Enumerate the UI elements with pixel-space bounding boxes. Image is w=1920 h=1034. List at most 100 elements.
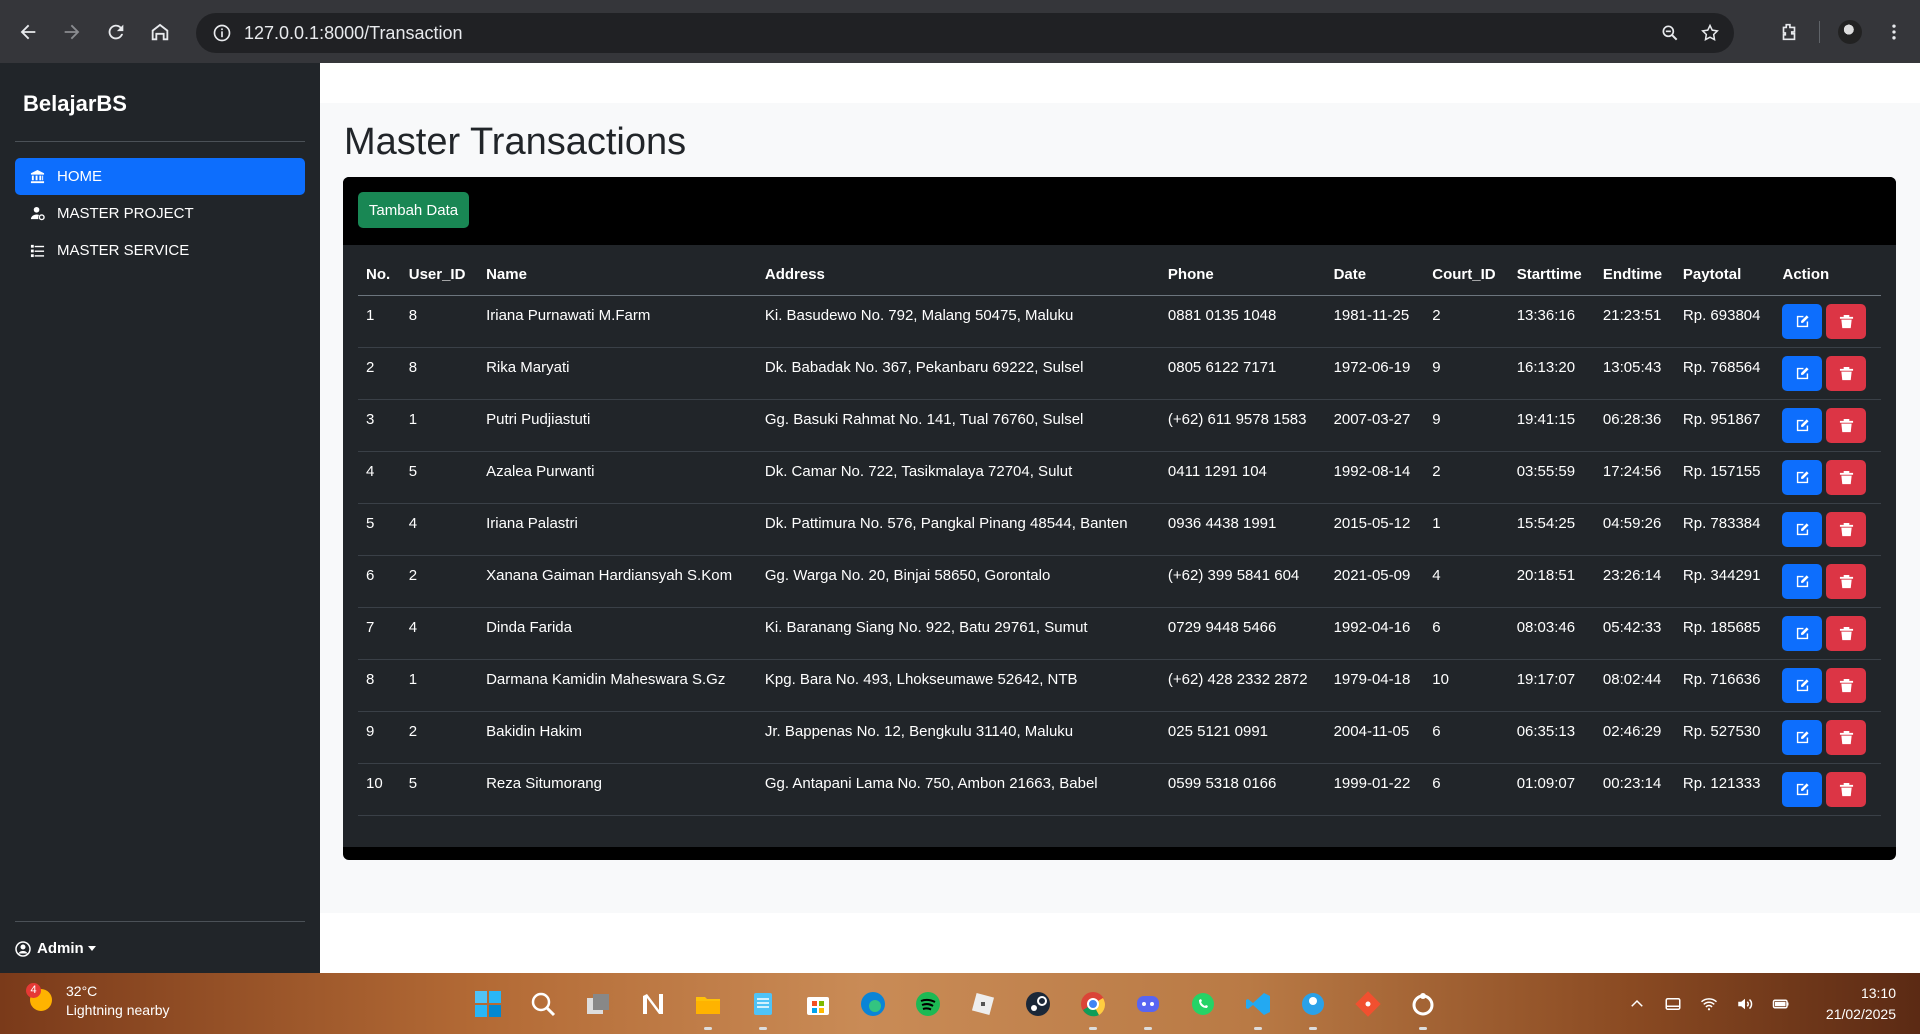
profile-avatar[interactable] (1828, 10, 1872, 54)
sidebar-item-master-project[interactable]: MASTER PROJECT (15, 195, 305, 232)
delete-button[interactable] (1826, 719, 1867, 755)
action-cell (1774, 295, 1881, 348)
weather-widget[interactable]: 4 32°C Lightning nearby (26, 983, 170, 1018)
user-dropdown[interactable]: Admin (15, 940, 96, 957)
table-cell: 1981-11-25 (1325, 295, 1425, 348)
edit-button[interactable] (1782, 563, 1823, 599)
arrow-left-icon (20, 24, 36, 39)
table-cell: Dk. Babadak No. 367, Pekanbaru 69222, Su… (756, 347, 1160, 400)
address-bar[interactable]: 127.0.0.1:8000/Transaction (196, 13, 1734, 53)
vscode-icon[interactable] (1240, 986, 1276, 1030)
edit-icon (1795, 626, 1810, 641)
url-text[interactable]: 127.0.0.1:8000/Transaction (244, 23, 463, 44)
menu-icon[interactable] (1872, 10, 1916, 54)
table-cell: Gg. Basuki Rahmat No. 141, Tual 76760, S… (756, 399, 1160, 452)
table-cell: 16:13:20 (1508, 347, 1595, 400)
delete-button[interactable] (1826, 511, 1867, 547)
delete-button[interactable] (1826, 563, 1867, 599)
back-button[interactable] (6, 10, 50, 54)
brand-title[interactable]: BelajarBS (23, 91, 127, 117)
steam-icon[interactable] (1020, 986, 1056, 1022)
delete-button[interactable] (1826, 355, 1867, 391)
edit-icon (1795, 730, 1810, 745)
table-cell: Iriana Palastri (478, 503, 757, 556)
edge-icon[interactable] (855, 986, 891, 1022)
reload-button[interactable] (94, 10, 138, 54)
zoom-icon[interactable] (1660, 23, 1680, 43)
extensions-icon[interactable] (1767, 10, 1811, 54)
edit-button[interactable] (1782, 615, 1823, 651)
forward-button[interactable] (50, 10, 94, 54)
table-cell: (+62) 428 2332 2872 (1159, 659, 1326, 712)
edit-button[interactable] (1782, 355, 1823, 391)
edit-button[interactable] (1782, 407, 1823, 443)
delete-button[interactable] (1826, 303, 1867, 339)
task-view-icon[interactable] (580, 986, 616, 1022)
sidebar-item-label: HOME (57, 168, 102, 185)
clock[interactable]: 13:10 21/02/2025 (1826, 983, 1896, 1025)
table-cell: 06:28:36 (1594, 399, 1675, 452)
home-button[interactable] (138, 10, 182, 54)
table-cell: 4 (400, 607, 479, 660)
add-data-button[interactable]: Tambah Data (358, 192, 469, 228)
table-cell: 9 (1424, 399, 1509, 452)
edit-button[interactable] (1782, 667, 1823, 703)
chrome-icon[interactable] (1075, 986, 1111, 1030)
notion-icon[interactable] (635, 986, 671, 1022)
obs-icon[interactable] (1405, 986, 1441, 1030)
sidebar: BelajarBS HOME MASTER PROJECT MASTER SER… (0, 63, 320, 973)
whatsapp-icon[interactable] (1185, 986, 1221, 1022)
edit-button[interactable] (1782, 511, 1823, 547)
content-container: Master Transactions Tambah Data No. User_… (320, 103, 1920, 913)
table-cell: Rp. 185685 (1674, 607, 1775, 660)
table-cell: 1979-04-18 (1325, 659, 1425, 712)
app-icon[interactable] (1295, 986, 1331, 1030)
edit-button[interactable] (1782, 771, 1823, 807)
table-cell: 8 (400, 295, 479, 348)
file-explorer-icon[interactable] (690, 986, 726, 1030)
notepad-icon[interactable] (745, 986, 781, 1030)
action-cell (1774, 503, 1881, 556)
discord-icon[interactable] (1130, 986, 1166, 1030)
volume-icon[interactable] (1736, 995, 1754, 1013)
sidebar-item-home[interactable]: HOME (15, 158, 305, 195)
git-icon[interactable] (1350, 986, 1386, 1022)
spotify-icon[interactable] (910, 986, 946, 1022)
battery-icon[interactable] (1772, 995, 1790, 1013)
column-header: Starttime (1508, 255, 1595, 296)
table-cell: 1992-08-14 (1325, 451, 1425, 504)
table-cell: Iriana Purnawati M.Farm (478, 295, 757, 348)
edit-button[interactable] (1782, 303, 1823, 339)
page-title: Master Transactions (344, 121, 687, 163)
arrow-right-icon (64, 24, 80, 39)
table-cell: Rp. 157155 (1674, 451, 1775, 504)
site-info-icon[interactable] (202, 13, 242, 53)
table-cell: Rp. 693804 (1674, 295, 1775, 348)
table-cell: 2 (1424, 295, 1509, 348)
delete-button[interactable] (1826, 407, 1867, 443)
edit-button[interactable] (1782, 719, 1823, 755)
table-cell: Dk. Pattimura No. 576, Pangkal Pinang 48… (756, 503, 1160, 556)
delete-button[interactable] (1826, 615, 1867, 651)
windows-start-icon[interactable] (470, 986, 506, 1022)
trash-icon (1839, 574, 1854, 589)
card-header: Tambah Data (343, 177, 1896, 245)
table-cell: 2004-11-05 (1325, 711, 1425, 764)
search-icon[interactable] (525, 986, 561, 1022)
sidebar-item-master-service[interactable]: MASTER SERVICE (15, 232, 305, 269)
temperature: 32°C (66, 983, 98, 999)
store-icon[interactable] (800, 986, 836, 1022)
table-cell: 6 (1424, 711, 1509, 764)
chevron-up-icon[interactable] (1628, 995, 1646, 1013)
delete-button[interactable] (1826, 667, 1867, 703)
home-icon (151, 23, 169, 40)
wifi-icon[interactable] (1700, 995, 1718, 1013)
table-cell: 2 (400, 711, 479, 764)
edit-button[interactable] (1782, 459, 1823, 495)
delete-button[interactable] (1826, 771, 1867, 807)
roblox-icon[interactable] (965, 986, 1001, 1022)
delete-button[interactable] (1826, 459, 1867, 495)
bookmark-star-icon[interactable] (1700, 23, 1720, 43)
tablet-icon[interactable] (1664, 995, 1682, 1013)
table-cell: Rp. 716636 (1674, 659, 1775, 712)
